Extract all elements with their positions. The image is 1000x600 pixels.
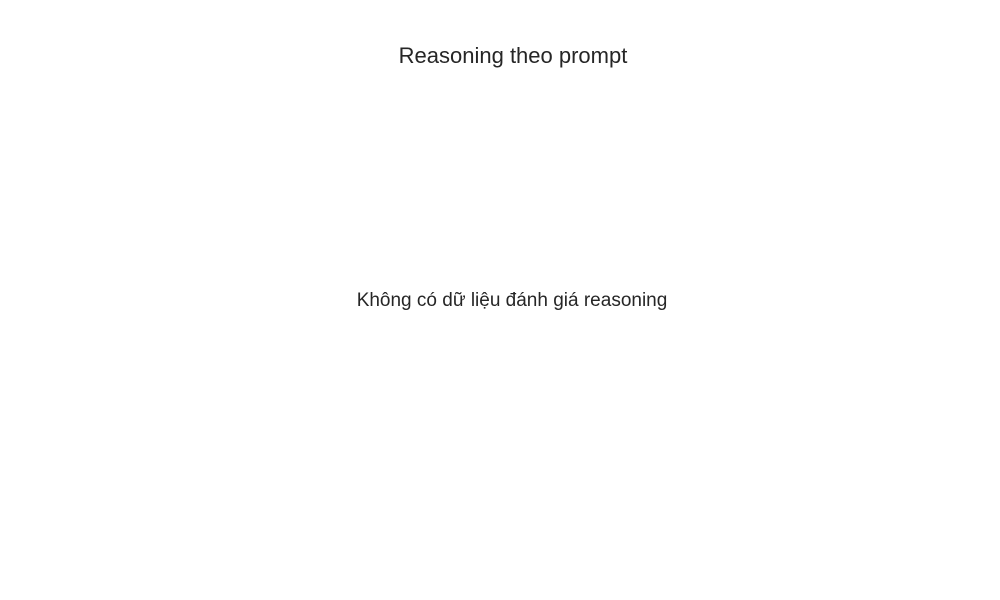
- no-data-message: Không có dữ liệu đánh giá reasoning: [356, 290, 668, 311]
- chart-canvas: Reasoning theo prompt Không có dữ liệu đ…: [0, 0, 1000, 600]
- chart-title: Reasoning theo prompt: [398, 43, 628, 68]
